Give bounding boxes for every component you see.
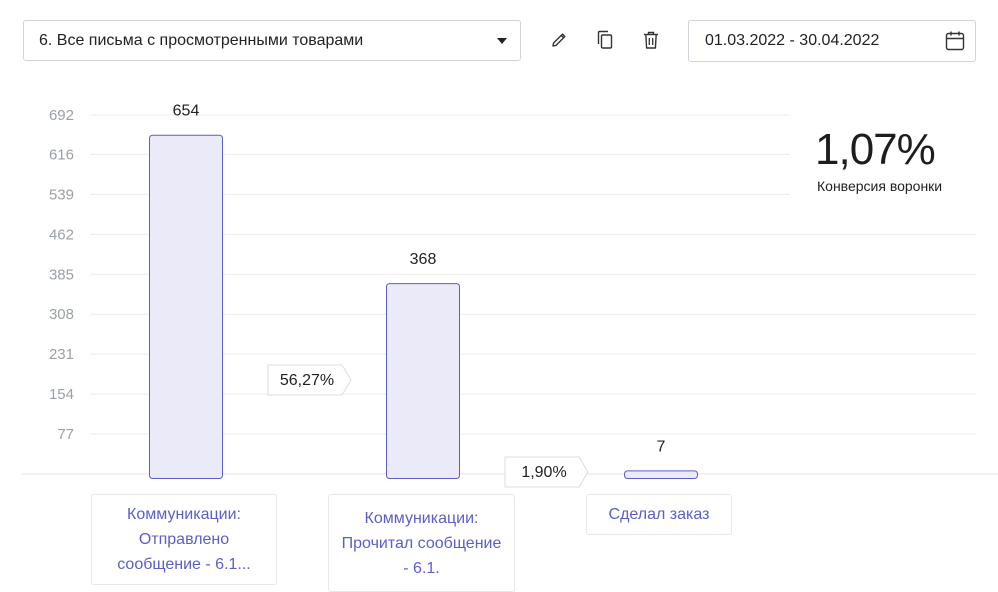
bar-value-label: 7 <box>657 438 666 455</box>
bar-value-label: 654 <box>173 103 200 120</box>
stage-label[interactable]: Коммуникации: Отправлено сообщение - 6.1… <box>91 494 277 585</box>
copy-icon <box>597 30 613 49</box>
date-range-picker[interactable]: 01.03.2022 - 30.04.2022 <box>688 20 976 62</box>
stage-label[interactable]: Сделал заказ <box>586 494 732 535</box>
svg-text:56,27%: 56,27% <box>280 372 334 389</box>
trash-icon <box>644 31 658 49</box>
copy-button[interactable] <box>594 29 616 51</box>
y-tick-label: 539 <box>49 186 74 203</box>
funnel-conversion-label: Конверсия воронки <box>817 178 943 194</box>
y-tick-label: 692 <box>49 107 74 124</box>
y-tick-label: 154 <box>49 386 74 403</box>
y-tick-label: 231 <box>49 346 74 363</box>
svg-text:1,90%: 1,90% <box>521 464 566 481</box>
calendar-icon <box>945 31 965 51</box>
step-conversion-tag: 56,27% <box>267 364 352 396</box>
y-tick-label: 462 <box>49 226 74 243</box>
bar-value-label: 368 <box>410 251 437 268</box>
chevron-down-icon <box>497 38 507 44</box>
y-tick-label: 616 <box>49 146 74 163</box>
pencil-icon <box>552 33 566 47</box>
step-conversion-tag: 1,90% <box>504 456 589 488</box>
date-range-value: 01.03.2022 - 30.04.2022 <box>705 32 880 49</box>
y-tick-label: 308 <box>49 306 74 323</box>
bar[interactable] <box>386 283 460 479</box>
y-tick-label: 77 <box>57 426 74 443</box>
edit-button[interactable] <box>548 29 570 51</box>
funnel-select[interactable]: 6. Все письма с просмотренными товарами <box>23 20 521 61</box>
stage-label[interactable]: Коммуникации: Прочитал сообщение - 6.1. <box>328 494 515 592</box>
y-tick-label: 385 <box>49 266 74 283</box>
delete-button[interactable] <box>640 29 662 51</box>
bar[interactable] <box>624 470 698 480</box>
funnel-select-value: 6. Все письма с просмотренными товарами <box>39 31 364 49</box>
funnel-conversion-value: 1,07% <box>815 125 936 174</box>
toolbar: 6. Все письма с просмотренными товарами … <box>0 0 998 80</box>
bar[interactable] <box>149 134 223 480</box>
